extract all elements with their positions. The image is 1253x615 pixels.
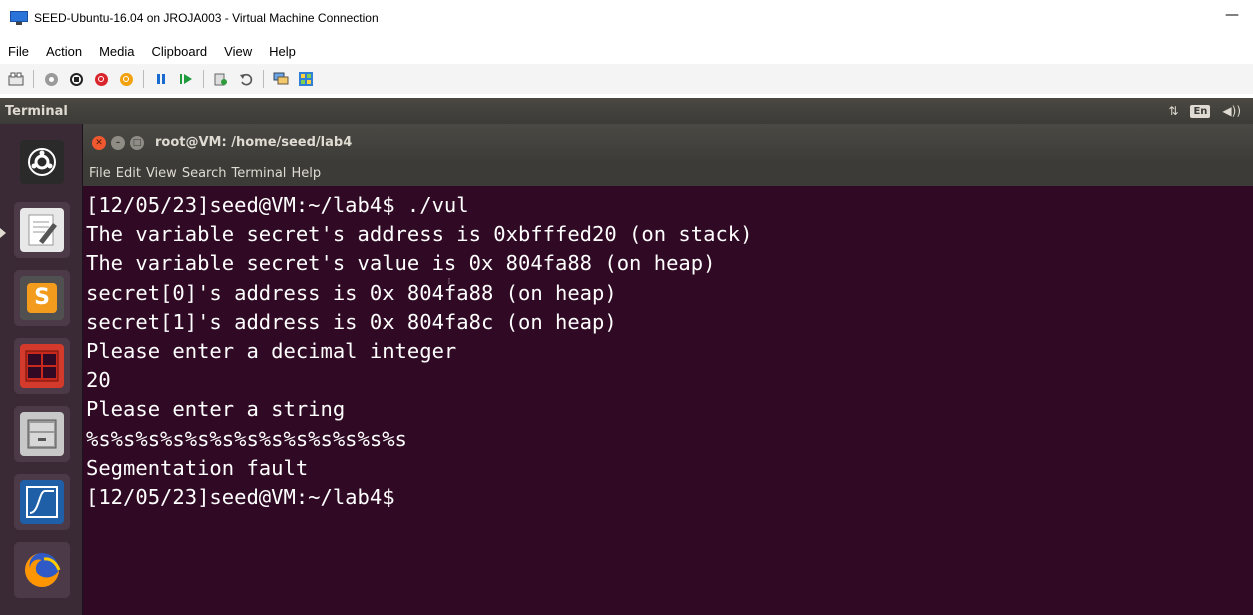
enhanced-session-icon[interactable]	[273, 71, 289, 87]
window-title: SEED-Ubuntu-16.04 on JROJA003 - Virtual …	[34, 11, 379, 25]
ctrl-alt-del-icon[interactable]	[8, 71, 24, 87]
revert-icon[interactable]	[238, 71, 254, 87]
running-indicator	[0, 228, 6, 238]
terminal-line: [12/05/23]seed@VM:~/lab4$ ./vul	[86, 193, 469, 217]
checkpoint-icon[interactable]	[213, 71, 229, 87]
terminal-title: root@VM: /home/seed/lab4	[155, 135, 353, 150]
sound-icon[interactable]: ◀))	[1222, 104, 1241, 118]
vm-connection-icon	[10, 11, 28, 25]
terminal-menu-help[interactable]: Help	[291, 166, 321, 181]
window-titlebar: SEED-Ubuntu-16.04 on JROJA003 - Virtual …	[0, 0, 1253, 38]
minimize-window-button[interactable]: –	[111, 135, 125, 150]
unity-launcher: S	[0, 124, 83, 615]
maximize-button[interactable]: □	[130, 135, 144, 150]
terminal-titlebar: ✕ – □ root@VM: /home/seed/lab4	[83, 124, 1253, 161]
terminal-line: The variable secret's address is 0xbfffe…	[86, 222, 753, 247]
wireshark-icon[interactable]	[14, 474, 70, 530]
toolbar-separator	[143, 70, 144, 88]
menu-help[interactable]: Help	[269, 44, 296, 59]
toolbar-separator	[263, 70, 264, 88]
terminal-menu-view[interactable]: View	[146, 166, 177, 181]
menu-media[interactable]: Media	[99, 44, 134, 59]
toolbar-separator	[33, 70, 34, 88]
terminal-icon[interactable]	[14, 338, 70, 394]
toolbar	[0, 64, 1253, 94]
terminal-prompt: [12/05/23]seed@VM:~/lab4$	[86, 484, 395, 509]
sublime-text-icon[interactable]: S	[14, 270, 70, 326]
terminal-line: Segmentation fault	[86, 455, 309, 480]
menu-clipboard[interactable]: Clipboard	[152, 44, 208, 59]
terminal-line: %s%s%s%s%s%s%s%s%s%s%s%s%s	[86, 426, 407, 451]
menu-bar: File Action Media Clipboard View Help	[0, 38, 822, 64]
ubuntu-top-panel: Terminal ⇅ En ◀))	[0, 98, 1253, 124]
menu-file[interactable]: File	[8, 44, 29, 59]
close-button[interactable]: ✕	[92, 135, 106, 150]
terminal-line: The variable secret's value is 0x 804fa8…	[86, 251, 716, 276]
keyboard-layout-indicator[interactable]: En	[1190, 104, 1211, 118]
menu-action[interactable]: Action	[46, 44, 82, 59]
turn-off-icon[interactable]	[68, 71, 84, 87]
resume-icon[interactable]	[178, 71, 194, 87]
terminal-menu-file[interactable]: File	[89, 166, 111, 181]
dash-icon[interactable]	[14, 134, 70, 190]
minimize-button[interactable]: —	[1225, 8, 1239, 22]
terminal-output[interactable]: [12/05/23]seed@VM:~/lab4$ ./vul The vari…	[83, 186, 1253, 615]
power-icon[interactable]	[118, 71, 134, 87]
terminal-line: secret[1]'s address is 0x 804fa8c (on he…	[86, 309, 617, 334]
zoom-icon[interactable]	[298, 71, 314, 87]
terminal-line: Please enter a decimal integer	[86, 338, 457, 363]
terminal-line: Please enter a string	[86, 397, 346, 422]
terminal-menu-edit[interactable]: Edit	[116, 166, 141, 181]
file-manager-icon[interactable]	[14, 406, 70, 462]
shut-down-icon[interactable]	[93, 71, 109, 87]
terminal-menu-search[interactable]: Search	[182, 166, 227, 181]
terminal-menu-bar: File Edit View Search Terminal Help	[83, 161, 1253, 186]
start-icon[interactable]	[43, 71, 59, 87]
active-app-name: Terminal	[5, 103, 68, 119]
text-editor-icon[interactable]	[14, 202, 70, 258]
firefox-icon[interactable]	[14, 542, 70, 598]
menu-view[interactable]: View	[224, 44, 252, 59]
terminal-line: 20	[86, 368, 111, 393]
toolbar-separator	[203, 70, 204, 88]
network-icon[interactable]: ⇅	[1168, 104, 1178, 118]
mouse-cursor-icon	[448, 278, 450, 284]
terminal-line: secret[0]'s address is 0x 804fa88 (on he…	[86, 280, 617, 305]
panel-indicators: ⇅ En ◀))	[1168, 98, 1253, 124]
pause-icon[interactable]	[153, 71, 169, 87]
terminal-menu-terminal[interactable]: Terminal	[231, 166, 286, 181]
